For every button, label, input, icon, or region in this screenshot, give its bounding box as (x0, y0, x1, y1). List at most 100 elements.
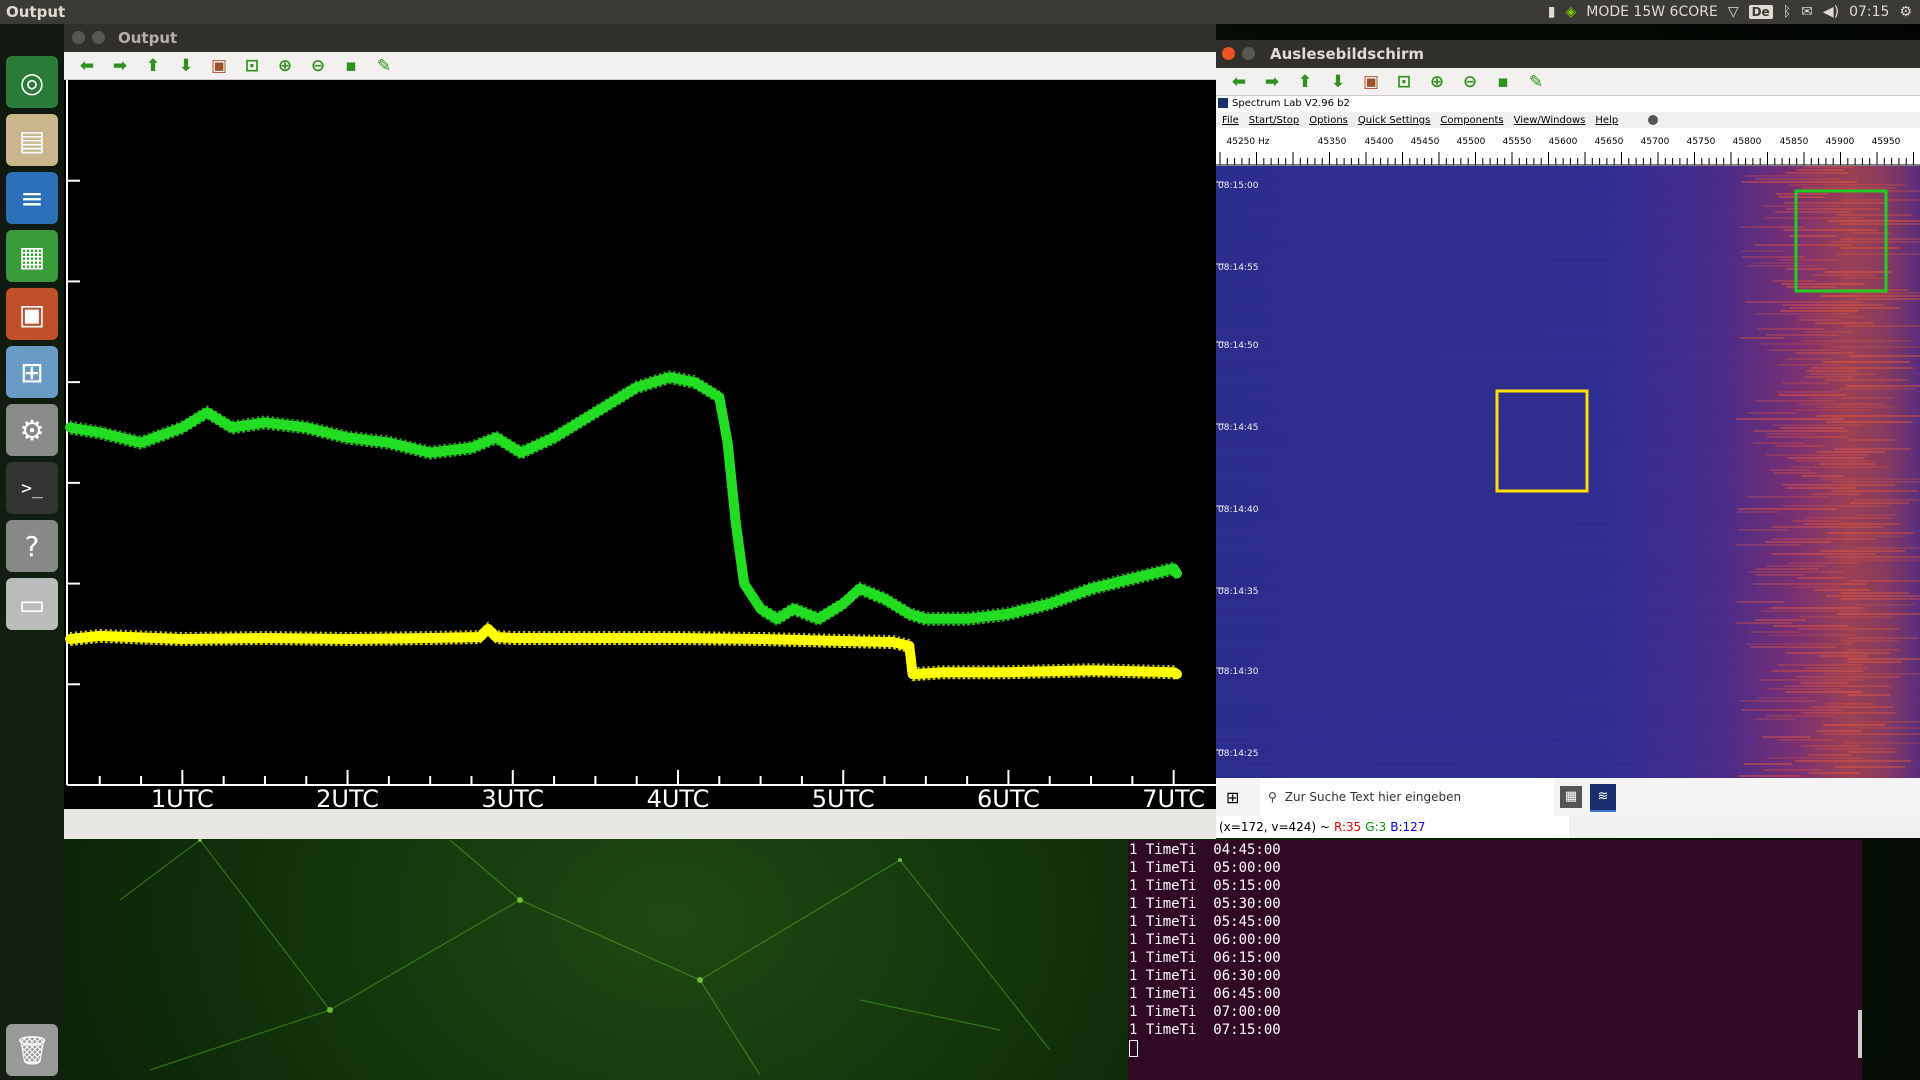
save-icon[interactable]: ▪ (1492, 71, 1514, 93)
waterfall-noise-line (1216, 379, 1920, 381)
waterfall-noise-line (1216, 250, 1920, 252)
waterfall-signal-streak (1777, 391, 1838, 393)
zoom-fit-icon[interactable]: ⊡ (241, 55, 263, 77)
keyboard-layout-indicator[interactable]: De (1748, 5, 1773, 19)
close-icon[interactable] (72, 31, 85, 44)
waterfall-signal-streak (1826, 595, 1920, 597)
close-icon[interactable] (1222, 47, 1235, 60)
waterfall-noise-line (1216, 502, 1920, 504)
waterfall-signal-streak (1766, 454, 1869, 456)
x-tick-label: 1UTC (151, 785, 214, 809)
arrow-down-icon[interactable]: ⬇ (175, 55, 197, 77)
brush-icon[interactable]: ✎ (1525, 71, 1547, 93)
image-icon[interactable]: ▣ (1360, 71, 1382, 93)
arrow-down-icon[interactable]: ⬇ (1327, 71, 1349, 93)
zoom-in-icon[interactable]: ⊕ (1426, 71, 1448, 93)
menu-item-file[interactable]: File (1222, 115, 1239, 126)
waterfall-signal-streak (1816, 451, 1886, 453)
waterfall-noise-line (1216, 295, 1920, 297)
menu-item-start-stop[interactable]: Start/Stop (1249, 115, 1300, 126)
waterfall-signal-streak (1778, 196, 1825, 198)
waterfall-signal-streak (1738, 775, 1799, 777)
terminal-line: 1 TimeTi 05:15:00 (1129, 878, 1281, 894)
zoom-in-icon[interactable]: ⊕ (274, 55, 296, 77)
spectrum-window: Auslesebildschirm ⬅ ➡ ⬆ ⬇ ▣ ⊡ ⊕ ⊖ ▪ ✎ Spectrum La… (1216, 40, 1920, 838)
menu-item-components[interactable]: Components (1440, 115, 1503, 126)
series-point (965, 616, 970, 621)
record-status-icon[interactable] (1648, 115, 1659, 125)
time-label: 08:14:35 (1218, 587, 1258, 597)
help-icon[interactable]: ? (6, 520, 58, 572)
wifi-icon[interactable]: ▽ (1728, 4, 1739, 20)
freq-label: 45700 (1641, 137, 1670, 147)
calc-icon[interactable]: ▦ (6, 230, 58, 282)
waterfall-noise-line (1216, 478, 1920, 480)
waterfall-signal-streak (1752, 262, 1806, 264)
minimize-icon[interactable] (1242, 47, 1255, 60)
arrow-left-icon[interactable]: ⬅ (76, 55, 98, 77)
waterfall-signal-streak (1762, 205, 1839, 207)
software-icon[interactable]: ⊞ (6, 346, 58, 398)
arrow-right-icon[interactable]: ➡ (109, 55, 131, 77)
nvidia-icon[interactable]: ◈ (1565, 4, 1576, 20)
output-titlebar[interactable]: Output (64, 24, 1216, 52)
trash-icon[interactable]: 🗑 (6, 1024, 58, 1076)
waterfall-signal-streak (1739, 337, 1785, 339)
zoom-fit-icon[interactable]: ⊡ (1393, 71, 1415, 93)
bluetooth-icon[interactable]: ᛒ (1783, 4, 1791, 20)
terminal-icon[interactable]: >_ (6, 462, 58, 514)
waterfall-signal-streak (1847, 694, 1891, 696)
waterfall-signal-streak (1765, 715, 1836, 717)
waterfall-signal-streak (1778, 739, 1834, 741)
taskbar-search-box[interactable]: ⚲ Zur Suche Text hier eingeben (1260, 778, 1554, 816)
power-mode-label[interactable]: MODE 15W 6CORE (1586, 4, 1718, 20)
calculator-icon[interactable]: ▦ (1560, 786, 1582, 808)
waterfall-noise-line (1216, 637, 1920, 639)
drive-icon[interactable]: ▭ (6, 578, 58, 630)
save-icon[interactable]: ▪ (340, 55, 362, 77)
search-placeholder: Zur Suche Text hier eingeben (1284, 790, 1462, 804)
freq-label: 45250 Hz (1227, 137, 1270, 147)
terminal-window[interactable]: 1 TimeTi 04:45:00 1 TimeTi 05:00:00 1 Time… (1128, 840, 1862, 1080)
settings-icon[interactable]: ⚙ (6, 404, 58, 456)
windows-start-icon[interactable]: ⊞ (1226, 788, 1239, 807)
impress-icon[interactable]: ▣ (6, 288, 58, 340)
menu-item-view-windows[interactable]: View/Windows (1514, 115, 1586, 126)
clock[interactable]: 07:15 (1849, 4, 1889, 20)
series-point (907, 644, 912, 649)
ubuntu-logo-icon[interactable]: ◎ (6, 56, 58, 108)
waterfall-noise-line (1216, 361, 1920, 363)
minimize-icon[interactable] (92, 31, 105, 44)
system-gear-icon[interactable]: ⚙ (1899, 4, 1912, 20)
waterfall-signal-streak (1799, 316, 1865, 318)
writer-icon[interactable]: ≡ (6, 172, 58, 224)
menu-item-options[interactable]: Options (1309, 115, 1348, 126)
files-icon[interactable]: ▤ (6, 114, 58, 166)
zoom-out-icon[interactable]: ⊖ (307, 55, 329, 77)
waterfall-signal-streak (1841, 277, 1889, 279)
waterfall-signal-streak (1792, 520, 1841, 522)
clipboard-icon[interactable]: ▮ (1548, 4, 1556, 20)
volume-icon[interactable]: ◀) (1823, 4, 1839, 20)
menu-item-help[interactable]: Help (1595, 115, 1618, 126)
waterfall-signal-streak (1854, 604, 1916, 606)
terminal-scrollbar[interactable] (1858, 1010, 1862, 1058)
spectrum-titlebar[interactable]: Auslesebildschirm (1216, 40, 1920, 68)
spectrum-lab-taskbar-icon[interactable]: ≋ (1590, 784, 1616, 812)
waterfall-signal-streak (1823, 346, 1920, 348)
arrow-up-icon[interactable]: ⬆ (1294, 71, 1316, 93)
mail-icon[interactable]: ✉ (1801, 4, 1813, 20)
brush-icon[interactable]: ✎ (373, 55, 395, 77)
waterfall-signal-streak (1770, 469, 1811, 471)
image-icon[interactable]: ▣ (208, 55, 230, 77)
series-point (345, 636, 350, 641)
menu-item-quick-settings[interactable]: Quick Settings (1358, 115, 1430, 126)
terminal-line: 1 TimeTi 05:45:00 (1129, 914, 1281, 930)
waterfall-display[interactable]: 08:15:00 08:14:55 08:14:50 08:14:45 08:14:40… (1216, 166, 1920, 778)
zoom-out-icon[interactable]: ⊖ (1459, 71, 1481, 93)
waterfall-signal-streak (1744, 763, 1793, 765)
arrow-left-icon[interactable]: ⬅ (1228, 71, 1250, 93)
waterfall-noise-line (1216, 322, 1920, 324)
arrow-up-icon[interactable]: ⬆ (142, 55, 164, 77)
arrow-right-icon[interactable]: ➡ (1261, 71, 1283, 93)
